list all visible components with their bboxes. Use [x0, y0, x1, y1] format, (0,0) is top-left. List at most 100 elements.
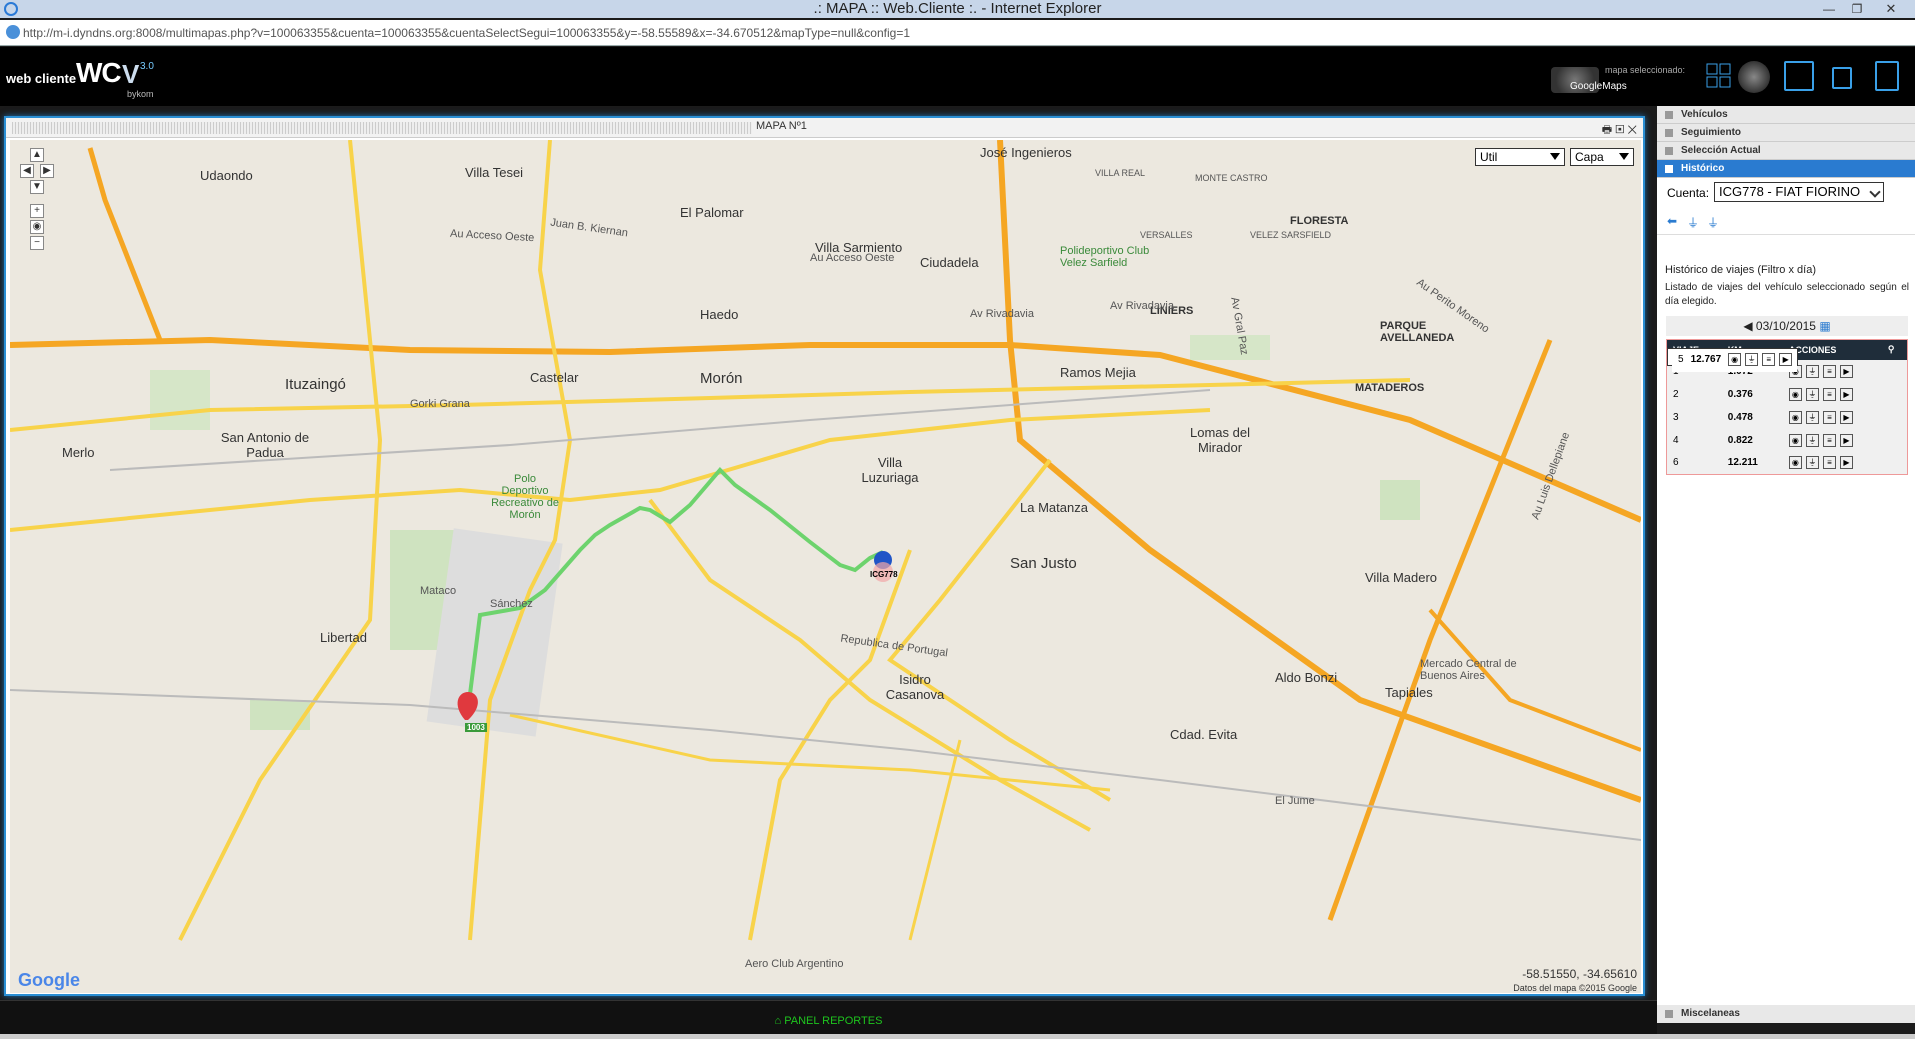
section-label: Vehículos [1681, 109, 1728, 120]
section-miscelaneas[interactable]: Miscelaneas [1657, 1005, 1915, 1023]
map-label: PARQUE AVELLANEDA [1380, 320, 1455, 344]
search-icon[interactable]: ⚲ [1881, 339, 1908, 360]
tree-icon[interactable]: ⏚ [1687, 214, 1699, 231]
trip-actions: ◉⏚≡▶ [1782, 405, 1908, 429]
play-icon[interactable]: ▶ [1779, 352, 1793, 366]
restore-button[interactable]: ❐ [1843, 0, 1871, 18]
view-icon[interactable]: ◉ [1788, 410, 1802, 424]
map-label: VERSALLES [1140, 230, 1193, 240]
play-icon[interactable]: ▶ [1839, 364, 1853, 378]
map-window-title: MAPA Nº1 [756, 120, 807, 132]
pan-right-icon[interactable]: ▶ [40, 164, 54, 178]
map-nav-control: ▲ ◀ ▶ ▼ + ◉ − [20, 148, 54, 258]
pan-down-icon[interactable]: ▼ [30, 180, 44, 194]
close-map-icon[interactable]: ✕ [1627, 124, 1637, 136]
section-seleccion-actual[interactable]: Selección Actual [1657, 142, 1915, 160]
table-row[interactable]: 5 12.767 ◉ ⏚ ≡ ▶ [1667, 347, 1799, 372]
map-label: Av Rivadavia [1110, 300, 1174, 312]
capa-select[interactable]: Capa [1570, 148, 1634, 166]
section-historico[interactable]: Histórico [1657, 160, 1915, 178]
tree-icon[interactable]: ⏚ [1805, 456, 1819, 470]
report-icon[interactable]: ≡ [1822, 387, 1836, 401]
back-arrow-icon[interactable]: ⬅ [1667, 214, 1677, 228]
drag-handle[interactable] [12, 122, 752, 134]
tree-icon[interactable]: ⏚ [1805, 410, 1819, 424]
map-window-titlebar[interactable]: MAPA Nº1 🖶 ▣ ✕ [6, 118, 1643, 138]
trips-table: VIAJE KM. ACCIONES ⚲ 11.072◉⏚≡▶20.376◉⏚≡… [1666, 339, 1908, 475]
table-row[interactable]: 4 0.822 ◉ ⏚ ≡ ▶ [1666, 428, 1908, 452]
view-icon[interactable]: ◉ [1728, 352, 1742, 366]
map-label: San Antonio de Padua [220, 430, 310, 460]
section-label: Seguimiento [1681, 127, 1742, 138]
table-row[interactable]: 2 0.376 ◉ ⏚ ≡ ▶ [1666, 382, 1908, 406]
tree-icon[interactable]: ⏚ [1805, 364, 1819, 378]
tree-icon[interactable]: ⏚ [1805, 433, 1819, 447]
tree-icon[interactable]: ⏚ [1707, 214, 1719, 231]
collapse-icon [1665, 111, 1673, 119]
map-label: Ciudadela [920, 255, 979, 270]
map-coordinates: -58.51550, -34.65610 [1522, 967, 1637, 981]
view-icon[interactable]: ◉ [1788, 433, 1802, 447]
map-selected-label: mapa seleccionado: [1605, 65, 1686, 75]
report-icon[interactable]: ≡ [1822, 456, 1836, 470]
address-url[interactable]: http://m-i.dyndns.org:8008/multimapas.ph… [23, 20, 910, 46]
save-map-icon[interactable]: ▣ [1615, 124, 1624, 136]
table-row[interactable]: 3 0.478 ◉ ⏚ ≡ ▶ [1666, 405, 1908, 429]
prev-date-icon[interactable]: ◀ [1743, 319, 1752, 333]
panel-reportes-button[interactable]: ⌂ PANEL REPORTES [0, 1015, 1657, 1027]
zoom-in-icon[interactable]: + [30, 204, 44, 218]
map-label: Polideportivo Club Velez Sarfield [1060, 245, 1150, 269]
map-label: Gorki Grana [410, 398, 470, 410]
report-icon[interactable]: ≡ [1822, 433, 1836, 447]
play-icon[interactable]: ▶ [1839, 433, 1853, 447]
map-label: FLORESTA [1290, 215, 1349, 227]
globe-icon[interactable] [1738, 61, 1770, 93]
pan-up-icon[interactable]: ▲ [30, 148, 44, 162]
report-icon[interactable]: ≡ [1822, 410, 1836, 424]
save-icon[interactable] [1832, 67, 1852, 89]
trip-number: 3 [1666, 405, 1722, 429]
section-seguimiento[interactable]: Seguimiento [1657, 124, 1915, 142]
map-label: Aldo Bonzi [1275, 670, 1338, 685]
view-icon[interactable]: ◉ [1788, 456, 1802, 470]
map-label: El Jume [1275, 795, 1315, 807]
map-label: La Matanza [1020, 500, 1088, 515]
play-icon[interactable]: ▶ [1839, 410, 1853, 424]
cuenta-select[interactable]: ICG778 - FIAT FIORINO [1714, 182, 1884, 202]
date-bar: ◀ 03/10/2015 ▦ [1666, 316, 1908, 336]
collapse-icon [1665, 1010, 1673, 1018]
section-vehiculos[interactable]: Vehículos [1657, 106, 1915, 124]
print-icon[interactable]: 🖶 [1602, 124, 1612, 136]
map-label: Villa Luzuriaga [861, 455, 919, 485]
horizontal-scrollbar[interactable] [0, 1034, 1915, 1039]
google-logo: Google [18, 970, 80, 990]
play-icon[interactable]: ▶ [1839, 456, 1853, 470]
table-row[interactable]: 6 12.211 ◉ ⏚ ≡ ▶ [1666, 451, 1908, 475]
brand-maker: bykom [127, 89, 154, 99]
map-window: MAPA Nº1 🖶 ▣ ✕ Udaondo Villa Tesei El Pa… [4, 116, 1645, 996]
tree-icon[interactable]: ⏚ [1745, 352, 1759, 366]
zoom-out-icon[interactable]: − [30, 236, 44, 250]
globe-zoom-icon[interactable]: ◉ [30, 220, 44, 234]
report-icon[interactable]: ≡ [1822, 364, 1836, 378]
close-window-button[interactable]: ✕ [1871, 0, 1911, 18]
view-icon[interactable]: ◉ [1788, 387, 1802, 401]
util-select[interactable]: Util [1475, 148, 1565, 166]
single-map-icon[interactable] [1784, 61, 1814, 91]
list-icon[interactable] [1875, 61, 1899, 91]
calendar-icon[interactable]: ▦ [1819, 319, 1830, 333]
map-label: Haedo [700, 307, 739, 322]
play-icon[interactable]: ▶ [1839, 387, 1853, 401]
minimize-button[interactable]: — [1815, 0, 1843, 18]
layout-grid-icon[interactable] [1706, 63, 1732, 89]
trip-actions: ◉⏚≡▶ [1782, 359, 1908, 383]
pan-left-icon[interactable]: ◀ [20, 164, 34, 178]
historico-description: Listado de viajes del vehículo seleccion… [1665, 282, 1909, 307]
map-selected-value[interactable]: GoogleMaps [1570, 81, 1627, 92]
address-bar[interactable]: http://m-i.dyndns.org:8008/multimapas.ph… [0, 20, 1915, 46]
map-canvas[interactable]: Udaondo Villa Tesei El Palomar José Inge… [10, 140, 1641, 993]
tree-icon[interactable]: ⏚ [1805, 387, 1819, 401]
section-label: Histórico [1681, 163, 1725, 174]
report-icon[interactable]: ≡ [1762, 352, 1776, 366]
brand-wc: WC [76, 57, 122, 88]
